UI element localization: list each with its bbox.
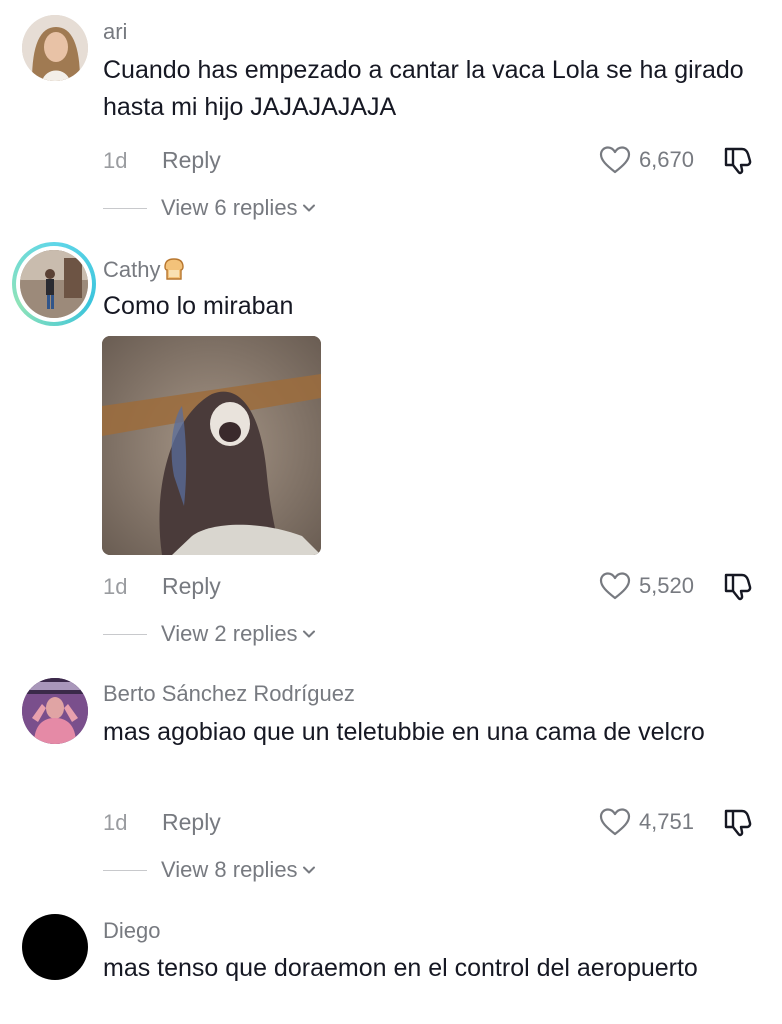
bread-emoji-icon	[164, 258, 185, 280]
reply-button[interactable]: Reply	[162, 147, 221, 173]
avatar-photo	[20, 250, 88, 318]
avatar[interactable]	[22, 678, 88, 744]
divider-line	[103, 207, 147, 209]
like-count: 5,520	[638, 573, 694, 598]
chevron-down-icon	[302, 866, 315, 874]
view-replies-button[interactable]: View 2 replies	[103, 621, 317, 647]
comment-text: Cuando has empezado a cantar la vaca Lol…	[103, 56, 744, 121]
comment-time: 1d	[103, 574, 128, 599]
view-replies-label: View 6 replies	[161, 195, 298, 220]
like-count: 6,670	[638, 147, 694, 172]
view-replies-button[interactable]: View 8 replies	[103, 857, 317, 883]
like-count: 4,751	[638, 809, 694, 834]
comment-attached-image[interactable]	[102, 336, 321, 555]
divider-line	[103, 869, 147, 871]
avatar-photo	[22, 15, 88, 81]
chevron-down-icon	[302, 630, 315, 638]
like-group: 4,751	[599, 807, 694, 837]
heart-icon[interactable]	[599, 145, 631, 175]
heart-icon[interactable]	[599, 571, 631, 601]
like-group: 6,670	[599, 145, 694, 175]
view-replies-label: View 2 replies	[161, 621, 298, 646]
view-replies-button[interactable]: View 6 replies	[103, 195, 317, 221]
reply-button[interactable]: Reply	[162, 573, 221, 599]
comment-username[interactable]: Berto Sánchez Rodríguez	[103, 681, 355, 707]
comment-username[interactable]: ari	[103, 19, 127, 45]
avatar[interactable]	[12, 242, 96, 326]
comment-username[interactable]: Diego	[103, 918, 160, 944]
comment-text: mas agobiao que un teletubbie en una cam…	[103, 718, 705, 746]
dislike-icon[interactable]	[722, 144, 754, 176]
comment-time: 1d	[103, 810, 128, 835]
like-group: 5,520	[599, 571, 694, 601]
divider-line	[103, 633, 147, 635]
comment-time: 1d	[103, 148, 128, 173]
avatar-photo	[22, 678, 88, 744]
comment-username-text: Cathy	[103, 257, 161, 282]
chevron-down-icon	[302, 204, 315, 212]
comment-text: mas tenso que doraemon en el control del…	[103, 954, 698, 982]
comment-username[interactable]: Cathy	[103, 256, 187, 283]
dislike-icon[interactable]	[722, 806, 754, 838]
view-replies-label: View 8 replies	[161, 857, 298, 882]
comment-text: Como lo miraban	[103, 292, 294, 320]
dislike-icon[interactable]	[722, 570, 754, 602]
avatar[interactable]	[22, 914, 88, 980]
heart-icon[interactable]	[599, 807, 631, 837]
reply-button[interactable]: Reply	[162, 809, 221, 835]
avatar[interactable]	[22, 15, 88, 81]
